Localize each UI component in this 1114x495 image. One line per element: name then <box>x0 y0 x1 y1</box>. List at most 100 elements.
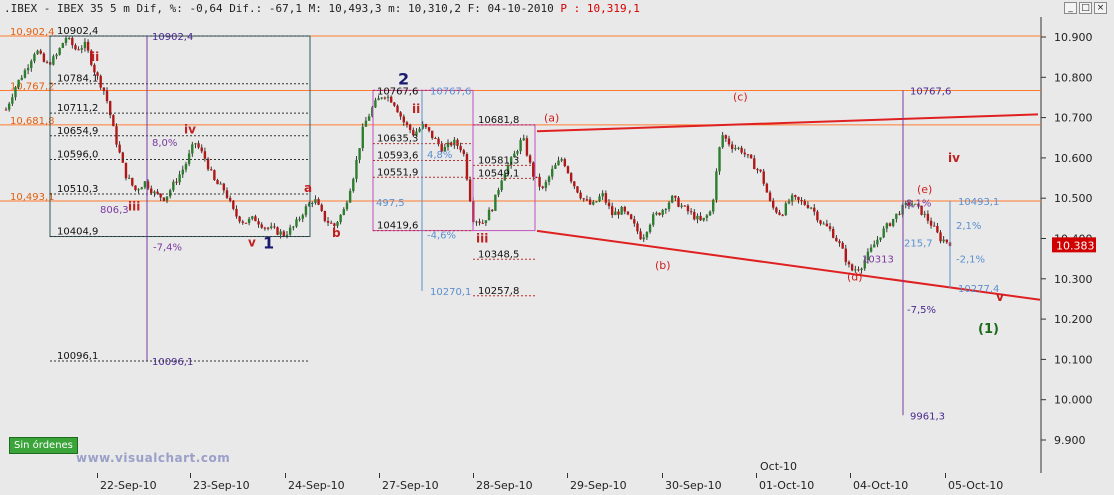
candle-body <box>405 122 409 125</box>
candle-body <box>847 261 851 265</box>
candle-body <box>206 158 210 170</box>
candle-body <box>279 231 282 235</box>
x-tick-label: 04-Oct-10 <box>853 479 909 492</box>
candle-body <box>364 120 368 127</box>
candle-body <box>674 195 677 198</box>
candle-body <box>557 160 560 166</box>
candle-body <box>661 209 664 215</box>
candle-body <box>241 221 244 223</box>
candle-body <box>80 48 83 50</box>
close-button[interactable]: × <box>1094 2 1107 14</box>
x-tick-label: 01-Oct-10 <box>759 479 815 492</box>
candle-body <box>554 165 557 169</box>
candle-body <box>402 116 406 123</box>
candle-body <box>45 61 49 63</box>
candle-body <box>686 205 690 212</box>
candle-body <box>33 54 36 62</box>
y-tick-label: 10.500 <box>1054 192 1093 205</box>
candle-body <box>743 152 746 155</box>
x-tick-label: 30-Sep-10 <box>665 479 722 492</box>
x-tick-mark <box>662 473 663 478</box>
candle-body <box>200 147 203 152</box>
no-orders-button[interactable]: Sin órdenes <box>9 437 78 454</box>
candle-body <box>778 212 781 215</box>
candle-body <box>740 147 743 153</box>
candle-body <box>342 209 346 215</box>
fib-level-label: 10551,9 <box>377 167 418 178</box>
projection-range-label: 215,7 <box>904 239 933 250</box>
candle-body <box>494 194 497 211</box>
candle-body <box>456 139 459 146</box>
fib-level-label: 10681,8 <box>478 115 519 126</box>
wave-label: v <box>248 236 256 250</box>
wave-label: iii <box>476 232 488 246</box>
fib-level-label: 10549,1 <box>478 168 519 179</box>
candle-body <box>614 211 617 216</box>
candle-body <box>541 186 544 188</box>
candle-body <box>655 212 658 215</box>
title-dif: Dif.: -67,1 <box>229 2 303 15</box>
candle-body <box>620 206 623 215</box>
candle-body <box>689 211 693 213</box>
candle-body <box>191 144 194 154</box>
wave-label: (c) <box>733 90 748 103</box>
candle-body <box>298 218 301 220</box>
candle-body <box>923 213 926 215</box>
candle-body <box>175 181 178 183</box>
wave-label: (1) <box>978 322 999 337</box>
candle-body <box>112 115 115 127</box>
candle-body <box>127 177 131 179</box>
candle-body <box>222 183 226 191</box>
candle-body <box>263 227 267 229</box>
x-tick-label: 27-Sep-10 <box>382 479 439 492</box>
wave-label: iii <box>128 199 140 213</box>
candle-body <box>282 231 286 236</box>
wave-label: (a) <box>544 112 559 125</box>
candle-body <box>746 154 750 156</box>
candle-body <box>462 150 465 154</box>
candle-body <box>573 181 576 187</box>
candle-body <box>55 54 58 57</box>
fib-level-label: 10596,0 <box>57 150 98 161</box>
candle-body <box>140 187 143 190</box>
wave-label: ii <box>412 102 420 116</box>
candle-body <box>459 145 462 151</box>
candle-body <box>431 130 434 139</box>
maximize-button[interactable]: □ <box>1079 2 1092 14</box>
candle-body <box>693 211 696 220</box>
price-chart[interactable]: 10,902,4 10,767,2 10,681,8 10,493,1 10902,4… <box>0 17 1114 473</box>
candle-body <box>813 207 816 212</box>
wave-label: a <box>304 181 312 195</box>
candle-body <box>358 148 361 160</box>
x-tick-label: 05-Oct-10 <box>948 479 1004 492</box>
candle-body <box>497 190 500 195</box>
candle-body <box>434 138 437 140</box>
fib-pct-down-label: -4,6% <box>427 231 456 242</box>
y-tick-label: 10.300 <box>1054 273 1093 286</box>
candle-body <box>288 227 292 235</box>
candle-body <box>645 232 649 238</box>
candle-body <box>718 147 721 172</box>
y-tick-label: 10.700 <box>1054 112 1093 125</box>
minimize-button[interactable]: _ <box>1064 2 1077 14</box>
candle-body <box>17 79 20 88</box>
candle-body <box>105 90 109 102</box>
projection-level-label: 10096,1 <box>57 351 98 362</box>
fib-level-label: 10784,1 <box>57 74 98 85</box>
candle-body <box>137 189 140 191</box>
candle-body <box>367 116 371 121</box>
candle-body <box>99 75 102 88</box>
x-axis: 22-Sep-10 23-Sep-10 24-Sep-10 27-Sep-10 28-S… <box>0 460 1040 495</box>
candle-body <box>213 170 216 181</box>
fib-level-label: 10635,3 <box>377 134 418 145</box>
x-tick-label: 24-Sep-10 <box>288 479 345 492</box>
candle-body <box>399 112 402 117</box>
candle-body <box>329 222 333 224</box>
x-tick-label: 23-Sep-10 <box>193 479 250 492</box>
candle-body <box>816 211 819 221</box>
last-price-label: 10.383 <box>1056 239 1095 252</box>
candle-body <box>83 41 87 49</box>
fib-level-label: 10257,8 <box>478 286 519 297</box>
projection-top-label: 10902,4 <box>152 32 193 43</box>
candle-body <box>794 195 797 197</box>
